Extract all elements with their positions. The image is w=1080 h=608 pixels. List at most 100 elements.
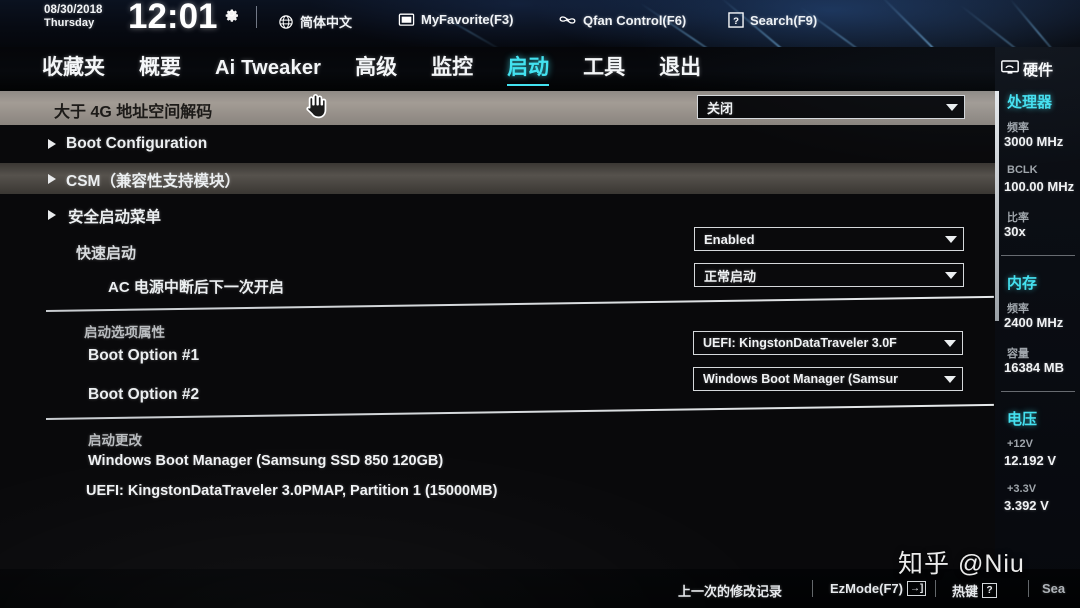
row-secure-boot-menu[interactable]: 安全启动菜单 [0,197,995,231]
next-boot-after-ac-value: 正常启动 [704,268,757,284]
tab-favorites[interactable]: 收藏夹 [42,51,105,84]
sidebar-divider [1001,391,1075,392]
fast-boot-dropdown[interactable]: Enabled [694,227,964,251]
decorative-streak [959,4,1056,47]
bclk-value: 100.00 MHz [1004,179,1075,194]
boot-option-1-dropdown[interactable]: UEFI: KingstonDataTraveler 3.0F [693,331,963,355]
memory-frequency-key: 频率 [1007,303,1029,315]
sidebar-divider [1001,255,1075,256]
weekday-text: Thursday [44,17,95,29]
tab-list: 收藏夹 概要 Ai Tweaker 高级 监控 启动 工具 退出 [42,51,701,86]
fast-boot-value: Enabled [704,231,755,247]
voltage-12v-key: +12V [1007,438,1033,450]
last-modified-label: 上一次的修改记录 [678,584,783,599]
above-4g-value: 关闭 [707,100,734,116]
gear-icon[interactable] [222,4,241,23]
boot-override-title: 启动更改 [88,433,142,448]
tab-monitor[interactable]: 监控 [431,51,473,84]
arrow-right-icon [48,174,56,184]
myfavorite-button[interactable]: MyFavorite(F3) [398,12,513,27]
mouse-cursor-hand-icon [306,94,327,119]
question-box-icon: ? [728,12,744,28]
hotkeys-key-icon: ? [982,583,998,598]
ac-power-label: AC 电源中断后下一次开启 [108,279,284,296]
cpu-frequency-value: 3000 MHz [1004,134,1064,149]
tab-tool[interactable]: 工具 [583,51,625,84]
sidebar-title: 硬件 [1001,59,1053,80]
clock-time: 12:01 [128,0,218,36]
boot-option-2-dropdown[interactable]: Windows Boot Manager (Samsur [693,367,963,391]
hotkeys-label: 热键 [952,584,979,599]
ezmode-label: EzMode(F7) [830,581,903,596]
main-tab-bar: 收藏夹 概要 Ai Tweaker 高级 监控 启动 工具 退出 [0,47,1080,91]
tab-advanced[interactable]: 高级 [355,51,397,84]
memory-capacity-value: 16384 MB [1004,360,1064,375]
tab-ai-tweaker[interactable]: Ai Tweaker [215,57,321,83]
bios-screen: 08/30/2018 Thursday 12:01 简体中文 MyFavorit… [0,0,1080,608]
chevron-down-icon [945,235,957,243]
hotkeys-button[interactable]: 热键 ? [952,581,998,600]
fast-boot-label: 快速启动 [76,245,137,262]
tab-exit[interactable]: 退出 [659,51,701,84]
sidebar-section-memory: 内存 [1007,275,1038,292]
chevron-down-icon [945,271,957,279]
ratio-value: 30x [1004,224,1026,239]
globe-icon [278,14,294,30]
bottom-divider [1028,580,1029,597]
bclk-key: BCLK [1007,164,1038,176]
arrow-right-icon [48,210,56,220]
above-4g-dropdown[interactable]: 关闭 [697,95,965,119]
qfan-control-button[interactable]: Qfan Control(F6) [558,12,686,28]
bottom-divider [812,580,813,597]
monitor-icon [1001,60,1019,79]
tab-boot[interactable]: 启动 [507,51,550,86]
header-divider [256,6,257,28]
language-selector[interactable]: 简体中文 [278,12,352,31]
hardware-monitor-sidebar: 硬件 处理器 频率 3000 MHz BCLK 100.00 MHz 比率 30… [995,47,1080,608]
csm-label: CSM（兼容性支持模块） [66,173,240,190]
search-label: Search(F9) [750,12,818,28]
boot-configuration-label: Boot Configuration [66,135,208,152]
sidebar-accent-bar [995,91,999,321]
boot-override-item[interactable]: UEFI: KingstonDataTraveler 3.0PMAP, Part… [86,483,498,499]
bookmark-icon [398,12,415,27]
sidebar-section-cpu: 处理器 [1007,94,1053,111]
boot-override-item[interactable]: Windows Boot Manager (Samsung SSD 850 12… [88,453,443,469]
decorative-streak [879,0,987,47]
search-button[interactable]: ? Search(F9) [728,12,817,28]
voltage-33v-value: 3.392 V [1004,498,1049,513]
cpu-frequency-key: 频率 [1007,122,1029,134]
above-4g-label: 大于 4G 地址空间解码 [54,104,213,121]
boot-option-2-value: Windows Boot Manager (Samsur [703,372,899,386]
boot-option-properties-title: 启动选项属性 [84,325,165,340]
datetime-display: 08/30/2018 Thursday [44,4,103,30]
chevron-down-icon [946,103,958,111]
search-shortcut-label: Sea [1042,581,1066,596]
row-csm[interactable]: CSM（兼容性支持模块） [0,163,995,194]
ratio-key: 比率 [1007,212,1029,224]
memory-frequency-value: 2400 MHz [1004,315,1064,330]
settings-panel: 大于 4G 地址空间解码 关闭 Boot Configuration CSM（兼… [0,91,995,569]
ezmode-button[interactable]: EzMode(F7) →] [830,581,927,596]
myfavorite-label: MyFavorite(F3) [421,12,514,27]
boot-option-1-value: UEFI: KingstonDataTraveler 3.0F [703,336,897,350]
row-boot-configuration[interactable]: Boot Configuration [0,127,995,161]
memory-capacity-key: 容量 [1007,348,1029,360]
search-shortcut-button[interactable]: Sea [1042,581,1065,596]
language-label: 简体中文 [300,15,353,30]
top-header-bar: 08/30/2018 Thursday 12:01 简体中文 MyFavorit… [0,0,1080,47]
qfan-label: Qfan Control(F6) [583,12,687,28]
last-modified-button[interactable]: 上一次的修改记录 [678,581,782,600]
svg-text:?: ? [733,16,739,27]
sidebar-section-voltage: 电压 [1007,411,1038,428]
voltage-33v-key: +3.3V [1007,483,1037,495]
arrow-right-icon [48,139,56,149]
watermark: 知乎 @Niu [898,550,1025,578]
ezmode-key-icon: →] [906,581,927,596]
tab-main[interactable]: 概要 [139,51,181,84]
next-boot-after-ac-dropdown[interactable]: 正常启动 [694,263,964,287]
sidebar-title-label: 硬件 [1023,62,1054,79]
voltage-12v-value: 12.192 V [1004,453,1057,468]
bottom-divider [935,580,936,597]
chevron-down-icon [944,339,956,347]
